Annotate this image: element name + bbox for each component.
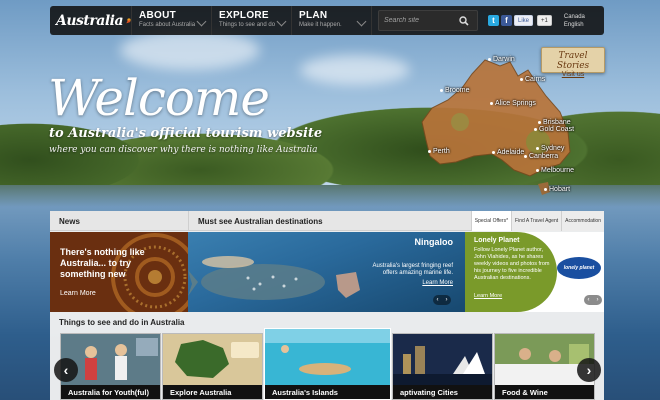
tab-special-offers[interactable]: Special Offers* xyxy=(470,211,512,231)
things-to-do-header: Things to see and do in Australia xyxy=(59,318,185,327)
ningaloo-title: Ningaloo xyxy=(414,237,454,247)
hero-tagline: where you can discover why there is noth… xyxy=(49,145,318,155)
top-navigation: Australia ABOUT Facts about Australia EX… xyxy=(50,6,604,35)
ningaloo-description: Australia's largest fringing reef offers… xyxy=(372,263,453,276)
social-links: t f Like +1 xyxy=(484,6,552,35)
offer-tabs: Special Offers* Find A Travel Agent Acco… xyxy=(470,211,604,231)
must-see-title: Must see Australian destinations xyxy=(198,217,323,226)
card-cities-caption: aptivating Cities xyxy=(393,385,492,399)
city-sydney[interactable]: Sydney xyxy=(536,145,564,152)
card-explore[interactable]: Explore Australia xyxy=(162,333,263,400)
cloud xyxy=(300,55,410,85)
slide-pager[interactable]: ‹ › xyxy=(433,295,451,305)
city-broome[interactable]: Broome xyxy=(440,87,470,94)
kangaroo-sun-icon xyxy=(126,17,131,23)
city-hobart[interactable]: Hobart xyxy=(544,186,570,193)
ningaloo-learn-more[interactable]: Learn More xyxy=(422,280,453,286)
card-cities[interactable]: aptivating Cities xyxy=(392,333,493,400)
news-headline: There's nothing like Australia... to try… xyxy=(60,247,145,279)
search-icon[interactable] xyxy=(459,15,469,26)
lonely-planet-learn-more[interactable]: Learn More xyxy=(474,293,502,299)
logo-text: Australia xyxy=(56,12,124,29)
facebook-icon[interactable]: f xyxy=(501,15,512,26)
city-perth[interactable]: Perth xyxy=(428,148,450,155)
card-islands-caption: Australia's Islands xyxy=(265,385,390,399)
facebook-like-button[interactable]: Like xyxy=(514,15,534,26)
pager-prev-icon[interactable]: ‹ xyxy=(588,297,590,303)
card-food-wine-caption: Food & Wine xyxy=(495,385,594,399)
chevron-right-icon: › xyxy=(586,362,592,378)
carousel-prev-button[interactable]: ‹ xyxy=(54,358,78,382)
search-input[interactable] xyxy=(379,17,459,24)
card-youth-caption: Australia for Youth(ful) xyxy=(61,385,160,399)
lonely-planet-logo: lonely planet xyxy=(557,257,601,279)
travel-stories-badge[interactable]: Travel Stories Visit us xyxy=(541,47,605,78)
pager-next-icon[interactable]: › xyxy=(597,297,599,303)
city-darwin[interactable]: Darwin xyxy=(488,56,515,63)
pager-prev-icon[interactable]: ‹ xyxy=(437,297,439,303)
news-learn-more[interactable]: Learn More xyxy=(60,290,96,297)
ningaloo-slide[interactable]: Ningaloo Australia's largest fringing re… xyxy=(188,232,465,312)
australia-logo[interactable]: Australia xyxy=(50,6,132,35)
city-adelaide[interactable]: Adelaide xyxy=(492,149,524,156)
pager-next-icon[interactable]: › xyxy=(446,297,448,303)
must-see-header: Must see Australian destinations Special… xyxy=(188,211,604,231)
region-selector[interactable]: Canada English xyxy=(552,6,585,35)
city-gold-coast[interactable]: Gold Coast xyxy=(534,126,574,133)
card-cities-image xyxy=(393,334,492,387)
cloud xyxy=(120,30,260,70)
region-country: Canada xyxy=(563,14,585,20)
nav-explore[interactable]: EXPLORE Things to see and do xyxy=(212,6,292,35)
card-explore-image xyxy=(163,334,262,387)
twitter-icon[interactable]: t xyxy=(488,15,499,26)
search-box xyxy=(378,10,478,31)
lonely-planet-promo[interactable]: Lonely Planet Follow Lonely Planet autho… xyxy=(465,232,604,312)
lonely-planet-title: Lonely Planet xyxy=(474,237,520,244)
card-explore-caption: Explore Australia xyxy=(163,385,262,399)
travel-stories-title: Travel Stories xyxy=(556,51,590,71)
tab-accommodation[interactable]: Accommodation xyxy=(561,211,604,231)
travel-stories-link[interactable]: Visit us xyxy=(542,71,604,78)
nav-about[interactable]: ABOUT Facts about Australia xyxy=(132,6,212,35)
city-canberra[interactable]: Canberra xyxy=(524,153,558,160)
lonely-planet-description: Follow Lonely Planet author, John Vlahid… xyxy=(474,247,550,281)
card-youth-image xyxy=(61,334,160,387)
card-islands-image xyxy=(265,329,390,387)
card-islands[interactable]: Australia's Islands xyxy=(264,328,391,400)
city-brisbane[interactable]: Brisbane xyxy=(538,119,571,126)
chevron-left-icon: ‹ xyxy=(63,362,69,378)
content-panel: News Must see Australian destinations Sp… xyxy=(50,211,604,400)
hero-subtitle: to Australia's official tourism website xyxy=(49,126,323,141)
news-card[interactable]: There's nothing like Australia... to try… xyxy=(50,232,188,312)
carousel-next-button[interactable]: › xyxy=(577,358,601,382)
city-alice-springs[interactable]: Alice Springs xyxy=(490,100,536,107)
region-language: English xyxy=(563,22,584,28)
google-plus-button[interactable]: +1 xyxy=(537,15,552,26)
nav-plan[interactable]: PLAN Make it happen. xyxy=(292,6,372,35)
hero-title: Welcome xyxy=(48,69,270,127)
tab-find-travel-agent[interactable]: Find A Travel Agent xyxy=(511,211,562,231)
promo-pager[interactable]: ‹ › xyxy=(584,295,602,305)
news-header: News xyxy=(50,211,188,231)
city-melbourne[interactable]: Melbourne xyxy=(536,167,574,174)
